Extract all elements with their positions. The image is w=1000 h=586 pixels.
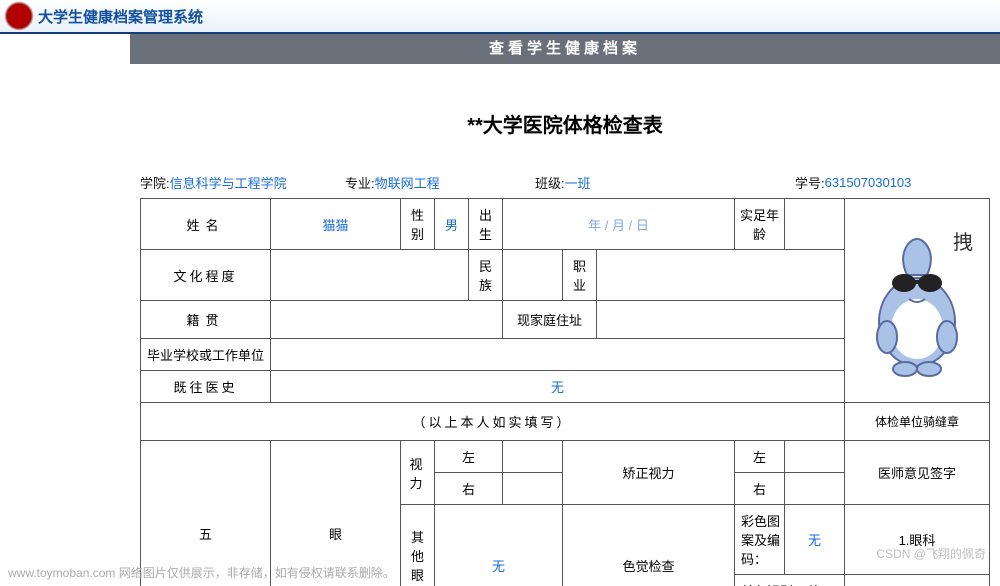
job-value — [597, 250, 845, 301]
vision-left-value — [503, 441, 563, 473]
color-pattern-label: 彩色图案及编码： — [741, 514, 780, 567]
college-label: 学院: — [140, 173, 170, 192]
app-logo-icon — [4, 1, 34, 31]
college-value[interactable]: 信息科学与工程学院 — [170, 173, 287, 192]
job-label: 职业 — [563, 250, 597, 301]
major-label: 专业: — [345, 173, 375, 192]
watermark-left: www.toymoban.com 网络图片仅供展示，非存储，如有侵权请联系删除。 — [8, 564, 395, 581]
edu-value — [271, 250, 469, 301]
sid-label: 学号: — [795, 173, 825, 192]
table-row: （以上本人如实填写） 体检单位骑缝章 — [141, 403, 990, 441]
mascot-bubble-text: 拽 — [953, 231, 973, 254]
doctor-dept1: 1.眼科 — [845, 505, 990, 575]
age-label: 实足年龄 — [735, 199, 785, 250]
other-eye-value: 无 — [435, 505, 563, 586]
filled-note: （以上本人如实填写） — [141, 403, 845, 441]
app-title: 大学生健康档案管理系统 — [38, 6, 203, 27]
vision-right-value — [503, 473, 563, 505]
seal-label: 体检单位骑缝章 — [845, 403, 990, 441]
gender-value: 男 — [435, 199, 469, 250]
table-row: 五 眼 视力 左 矫正视力 左 医师意见签字 — [141, 441, 990, 473]
nation-label: 民族 — [469, 250, 503, 301]
corrected-left-value — [785, 441, 845, 473]
other-eye-label: 其他眼疾 — [401, 505, 435, 586]
native-value — [271, 301, 503, 339]
vision-right-label: 右 — [435, 473, 503, 505]
vision-label: 视力 — [401, 441, 435, 505]
vision-left-label: 左 — [435, 441, 503, 473]
single-color-label: 单色识别：（红、绿、紫、蓝、黄） — [735, 575, 845, 586]
please-sign[interactable]: 请签字 — [845, 575, 990, 586]
corrected-left-label: 左 — [735, 441, 785, 473]
corrected-right-value — [785, 473, 845, 505]
grad-label: 毕业学校或工作单位 — [141, 339, 271, 371]
color-check-label: 色觉检查 — [563, 505, 735, 586]
watermark-right: CSDN @飞翔的佩奇 — [876, 545, 986, 562]
main-content: 查看学生健康档案 **大学医院体格检查表 学院: 信息科学与工程学院 专业: 物… — [130, 34, 1000, 586]
grad-value — [271, 339, 845, 371]
sidebar — [0, 34, 130, 586]
exam-table: 姓名 猫猫 性别 男 出生 年 / 月 / 日 实足年龄 拽 — [140, 198, 990, 586]
native-label: 籍贯 — [141, 301, 271, 339]
birth-value: 年 / 月 / 日 — [503, 199, 735, 250]
addr-label: 现家庭住址 — [503, 301, 597, 339]
sid-value[interactable]: 631507030103 — [825, 175, 912, 190]
name-value: 猫猫 — [271, 199, 401, 250]
app-header: 大学生健康档案管理系统 — [0, 0, 1000, 34]
gender-label: 性别 — [401, 199, 435, 250]
class-value[interactable]: 一班 — [565, 173, 591, 192]
color-pattern-value: 无 — [785, 505, 845, 575]
doctor-sign-label: 医师意见签字 — [845, 441, 990, 505]
section-title: 查看学生健康档案 — [130, 34, 1000, 64]
edu-label: 文化程度 — [141, 250, 271, 301]
addr-value — [597, 301, 845, 339]
name-label: 姓名 — [141, 199, 271, 250]
nation-value — [503, 250, 563, 301]
mascot-icon: 拽 — [857, 227, 977, 382]
history-value: 无 — [271, 371, 845, 403]
table-row: 姓名 猫猫 性别 男 出生 年 / 月 / 日 实足年龄 拽 — [141, 199, 990, 250]
major-value[interactable]: 物联网工程 — [375, 173, 440, 192]
age-value — [785, 199, 845, 250]
corrected-label: 矫正视力 — [563, 441, 735, 505]
document-title: **大学医院体格检查表 — [130, 64, 1000, 173]
corrected-right-label: 右 — [735, 473, 785, 505]
history-label: 既往医史 — [141, 371, 271, 403]
mascot-cell: 拽 — [845, 199, 990, 403]
birth-label: 出生 — [469, 199, 503, 250]
class-label: 班级: — [535, 173, 565, 192]
student-info-row: 学院: 信息科学与工程学院 专业: 物联网工程 班级: 一班 学号: 63150… — [130, 173, 1000, 198]
